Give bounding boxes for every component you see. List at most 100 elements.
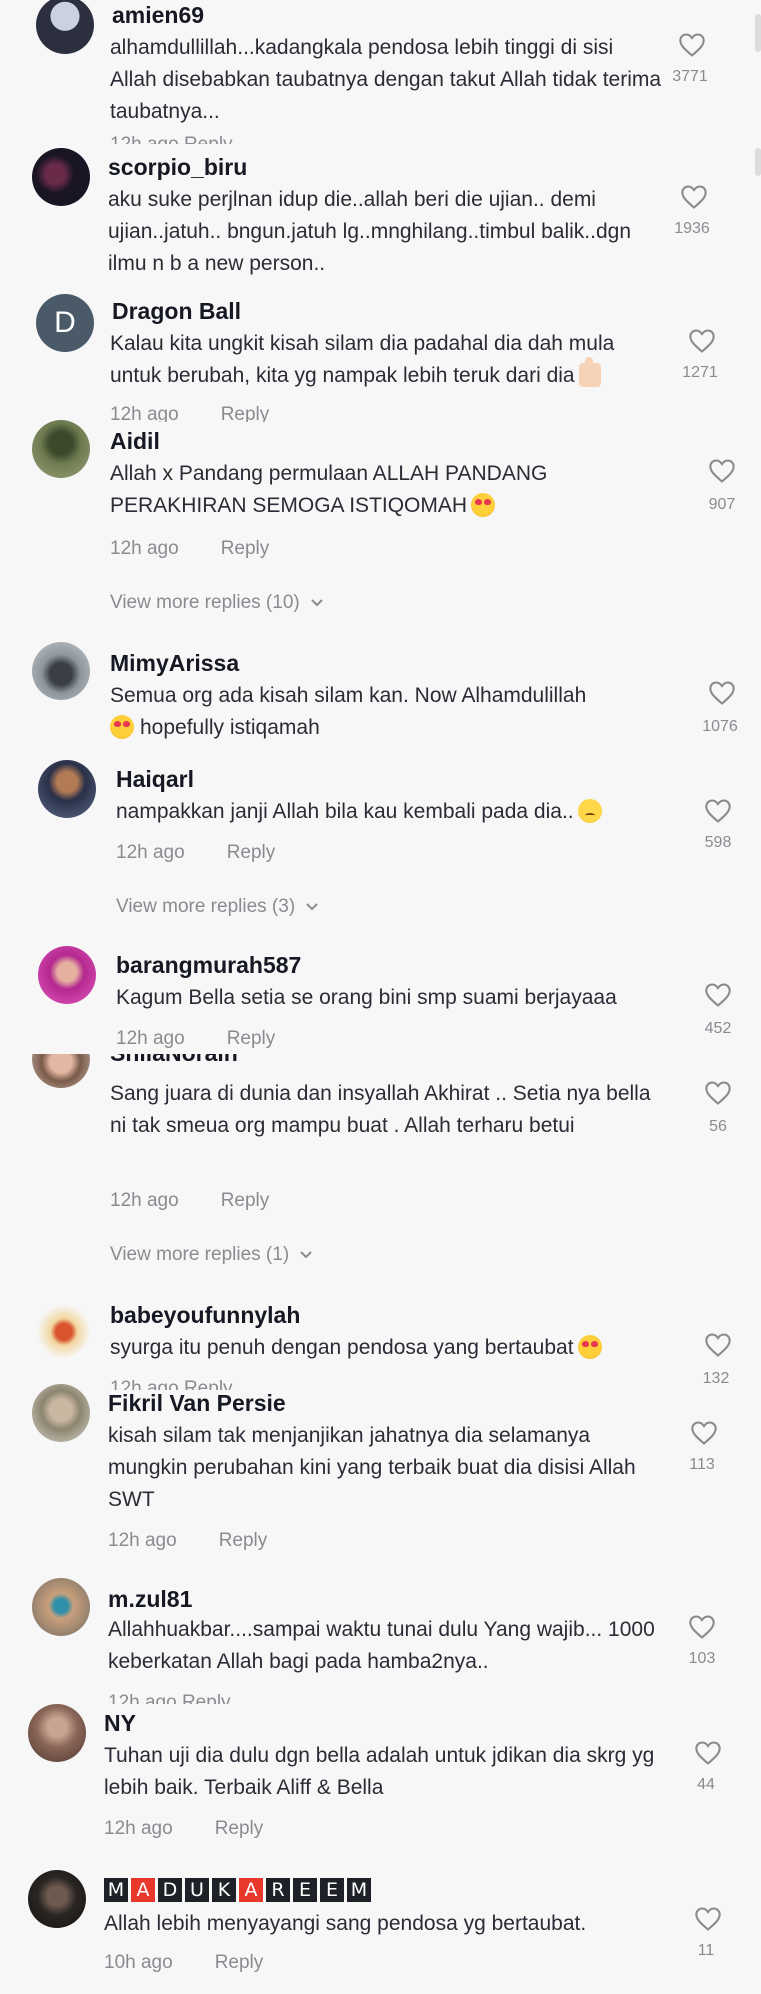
scrollbar[interactable]	[755, 14, 761, 52]
heart-icon[interactable]	[704, 982, 732, 1008]
username-letter: A	[131, 1878, 155, 1902]
comment-time: 12h ago	[116, 842, 185, 863]
avatar[interactable]	[38, 946, 96, 1004]
avatar[interactable]	[38, 760, 96, 818]
reply-button[interactable]: Reply	[215, 1818, 264, 1839]
view-more-replies[interactable]: View more replies (10)	[110, 592, 324, 614]
comment-time: 12h ago	[110, 404, 179, 422]
comment-text: Allahhuakbar....sampai waktu tunai dulu …	[108, 1618, 655, 1673]
comment-text: Allah x Pandang permulaan ALLAH PANDANG …	[110, 458, 662, 522]
avatar[interactable]	[32, 1300, 90, 1358]
heart-icon[interactable]	[708, 680, 736, 706]
comment-text: Sang juara di dunia dan insyallah Akhira…	[110, 1082, 651, 1137]
love-face-emoji-icon	[110, 715, 134, 739]
reply-button[interactable]: Reply	[227, 842, 276, 863]
heart-icon[interactable]	[704, 798, 732, 824]
username-letter: E	[293, 1878, 317, 1902]
like-count: 56	[709, 1118, 727, 1135]
comment-username[interactable]: m.zul81	[108, 1586, 192, 1613]
username-letter: K	[212, 1878, 236, 1902]
avatar[interactable]	[28, 1870, 86, 1928]
comment-username[interactable]: scorpio_biru	[108, 154, 247, 181]
heart-icon[interactable]	[708, 458, 736, 484]
like-count: 452	[704, 1020, 732, 1037]
comment-text-body: Semua org ada kisah silam kan. Now Alham…	[110, 684, 587, 707]
comment-text: nampakkan janji Allah bila kau kembali p…	[116, 796, 668, 828]
avatar[interactable]	[32, 148, 90, 206]
comment-meta: 12h ago Reply	[110, 538, 269, 560]
thumbs-up-emoji-icon	[578, 357, 601, 387]
comment-meta: 12h ago Reply	[110, 1378, 233, 1390]
username-letter: E	[320, 1878, 344, 1902]
reply-button[interactable]: Reply	[221, 1190, 270, 1211]
avatar[interactable]	[32, 420, 90, 478]
heart-icon[interactable]	[690, 1420, 718, 1446]
comment-username[interactable]: Fikril Van Persie	[108, 1390, 286, 1417]
avatar[interactable]	[36, 0, 94, 54]
comment-username[interactable]: babeyoufunnylah	[110, 1302, 300, 1329]
comment-username[interactable]: Dragon Ball	[112, 298, 241, 325]
comment-username[interactable]: barangmurah587	[116, 952, 301, 979]
heart-icon[interactable]	[694, 1906, 722, 1932]
view-more-replies[interactable]: View more replies (1)	[110, 1244, 313, 1266]
reply-button[interactable]: Reply	[221, 538, 270, 559]
heart-icon[interactable]	[704, 1080, 732, 1106]
like-count: 907	[708, 496, 736, 513]
reply-button[interactable]: Reply	[219, 1530, 268, 1551]
scrollbar[interactable]	[755, 148, 761, 176]
comment-text-body-2: hopefully istiqamah	[140, 716, 320, 739]
avatar[interactable]	[32, 642, 90, 700]
comment-shilanorain: ShilaNorain Sang juara di dunia dan insy…	[0, 1054, 761, 1994]
comment-text: kisah silam tak menjanjikan jahatnya dia…	[108, 1424, 636, 1511]
heart-icon[interactable]	[688, 328, 716, 354]
comment-username[interactable]: Aidil	[110, 428, 160, 455]
love-face-emoji-icon	[577, 1335, 602, 1359]
comment-username-logo[interactable]: M A D U K A R E E M	[104, 1878, 371, 1902]
username-letter: R	[266, 1878, 290, 1902]
chevron-down-icon	[311, 599, 323, 607]
heart-icon[interactable]	[680, 184, 708, 210]
comment-text-body: nampakkan janji Allah bila kau kembali p…	[116, 800, 574, 823]
like-count: 1936	[674, 220, 710, 237]
avatar[interactable]: D	[36, 294, 94, 352]
comment-text: syurga itu penuh dengan pendosa yang ber…	[110, 1332, 690, 1364]
heart-icon[interactable]	[704, 1332, 732, 1358]
comment-meta: 12h ago Reply	[104, 1818, 263, 1840]
username-letter: D	[158, 1878, 182, 1902]
username-letter: M	[347, 1878, 371, 1902]
reply-button[interactable]: Reply	[215, 1952, 264, 1973]
heart-icon[interactable]	[688, 1614, 716, 1640]
chevron-down-icon	[300, 1251, 312, 1259]
avatar[interactable]	[32, 1578, 90, 1636]
like-count: 11	[697, 1942, 715, 1959]
comment-text: Kagum Bella setia se orang bini smp suam…	[116, 986, 617, 1009]
reply-button[interactable]: Reply	[221, 404, 270, 422]
comment-username[interactable]: Haiqarl	[116, 766, 194, 793]
view-more-replies-label: View more replies (1)	[110, 1244, 290, 1265]
avatar[interactable]	[32, 1384, 90, 1442]
reply-button[interactable]: Reply	[227, 1028, 276, 1049]
like-count: 113	[689, 1456, 715, 1473]
comment-meta: 12h ago Reply	[108, 1692, 231, 1704]
like-count: 103	[688, 1650, 716, 1667]
view-more-replies[interactable]: View more replies (3)	[116, 896, 319, 918]
like-count: 598	[704, 834, 732, 851]
comment-meta: 10h ago Reply	[104, 1952, 263, 1974]
comment-time: 12h ago	[108, 1530, 177, 1551]
comment-username[interactable]: MimyArissa	[110, 650, 239, 677]
view-more-replies-label: View more replies (10)	[110, 592, 300, 613]
comment-username[interactable]: amien69	[112, 2, 204, 29]
comment-meta: 12h ago Reply	[110, 404, 269, 422]
comment-text-body: syurga itu penuh dengan pendosa yang ber…	[110, 1336, 574, 1359]
comment-username[interactable]: ShilaNorain	[110, 1054, 238, 1067]
comment-time: 12h ago	[110, 1190, 179, 1211]
comment-username[interactable]: NY	[104, 1710, 136, 1737]
avatar[interactable]	[28, 1704, 86, 1762]
comment-time: 12h ago	[110, 538, 179, 559]
comment-meta: 12h ago Reply	[116, 842, 275, 864]
chevron-down-icon	[306, 903, 318, 911]
comment-time: 10h ago	[104, 1952, 173, 1973]
heart-icon[interactable]	[694, 1740, 722, 1766]
heart-icon[interactable]	[678, 32, 706, 58]
avatar[interactable]	[32, 1054, 90, 1088]
